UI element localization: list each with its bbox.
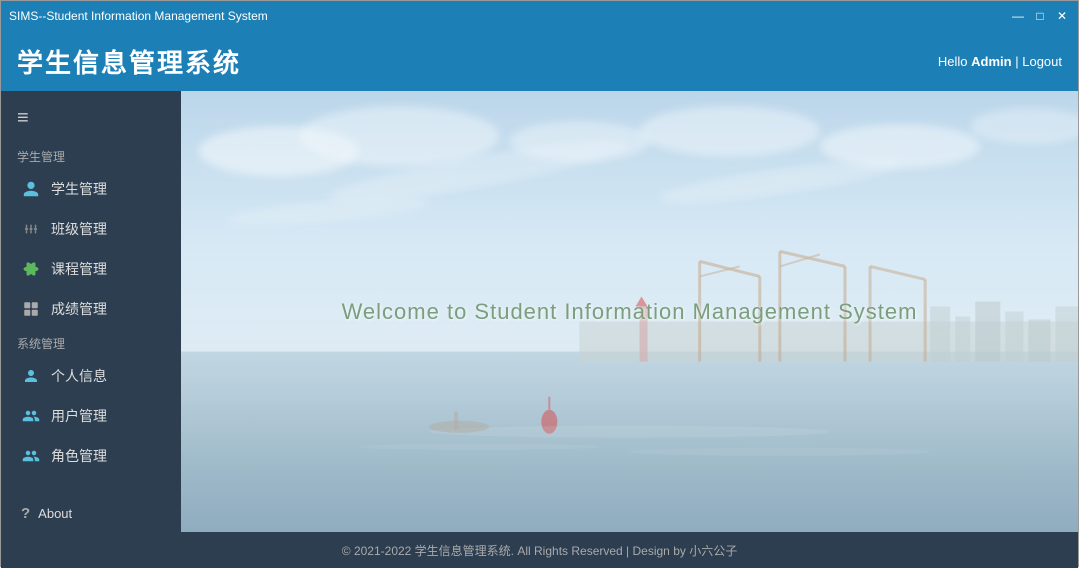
username-text: Admin — [971, 54, 1011, 69]
about-label: About — [38, 506, 72, 521]
grade-icon — [21, 299, 41, 319]
footer-text: © 2021-2022 学生信息管理系统. All Rights Reserve… — [342, 542, 737, 559]
about-button[interactable]: ? About — [1, 495, 181, 532]
sidebar-item-user-mgmt[interactable]: 用户管理 — [1, 396, 181, 436]
course-icon — [21, 259, 41, 279]
close-button[interactable]: ✕ — [1054, 8, 1070, 24]
sidebar-item-course-mgmt[interactable]: 课程管理 — [1, 249, 181, 289]
role-mgmt-label: 角色管理 — [51, 446, 107, 466]
window-title: SIMS--Student Information Management Sys… — [9, 9, 268, 23]
course-mgmt-label: 课程管理 — [51, 259, 107, 279]
sidebar-item-student-mgmt[interactable]: 学生管理 — [1, 169, 181, 209]
harbor-background: Welcome to Student Information Managemen… — [181, 91, 1078, 532]
personal-icon — [21, 366, 41, 386]
class-mgmt-label: 班级管理 — [51, 219, 107, 239]
main-layout: ≡ 学生管理 学生管理 班级管理 课程管理 成绩管理 系统管 — [1, 91, 1078, 532]
user-info-area: Hello Admin | Logout — [938, 54, 1062, 69]
logout-link[interactable]: Logout — [1022, 54, 1062, 69]
welcome-text: Welcome to Student Information Managemen… — [342, 299, 918, 325]
class-icon — [21, 219, 41, 239]
content-area: Welcome to Student Information Managemen… — [181, 91, 1078, 532]
user-mgmt-label: 用户管理 — [51, 406, 107, 426]
role-icon — [21, 446, 41, 466]
sidebar-item-role-mgmt[interactable]: 角色管理 — [1, 436, 181, 476]
about-icon: ? — [21, 505, 30, 522]
title-bar: SIMS--Student Information Management Sys… — [1, 1, 1078, 31]
window-controls: — □ ✕ — [1010, 8, 1070, 24]
sidebar-item-personal-info[interactable]: 个人信息 — [1, 356, 181, 396]
greeting-text: Hello — [938, 54, 968, 69]
footer: © 2021-2022 学生信息管理系统. All Rights Reserve… — [1, 532, 1078, 568]
minimize-button[interactable]: — — [1010, 8, 1026, 24]
system-section-label: 系统管理 — [1, 329, 181, 356]
sidebar-item-class-mgmt[interactable]: 班级管理 — [1, 209, 181, 249]
app-header: 学生信息管理系统 Hello Admin | Logout — [1, 31, 1078, 91]
sidebar-item-grade-mgmt[interactable]: 成绩管理 — [1, 289, 181, 329]
grade-mgmt-label: 成绩管理 — [51, 299, 107, 319]
student-mgmt-label: 学生管理 — [51, 179, 107, 199]
personal-info-label: 个人信息 — [51, 366, 107, 386]
maximize-button[interactable]: □ — [1032, 8, 1048, 24]
app-title: 学生信息管理系统 — [17, 43, 241, 80]
sidebar: ≡ 学生管理 学生管理 班级管理 课程管理 成绩管理 系统管 — [1, 91, 181, 532]
user-mgmt-icon — [21, 406, 41, 426]
student-icon — [21, 179, 41, 199]
hamburger-button[interactable]: ≡ — [1, 99, 181, 142]
student-section-label: 学生管理 — [1, 142, 181, 169]
